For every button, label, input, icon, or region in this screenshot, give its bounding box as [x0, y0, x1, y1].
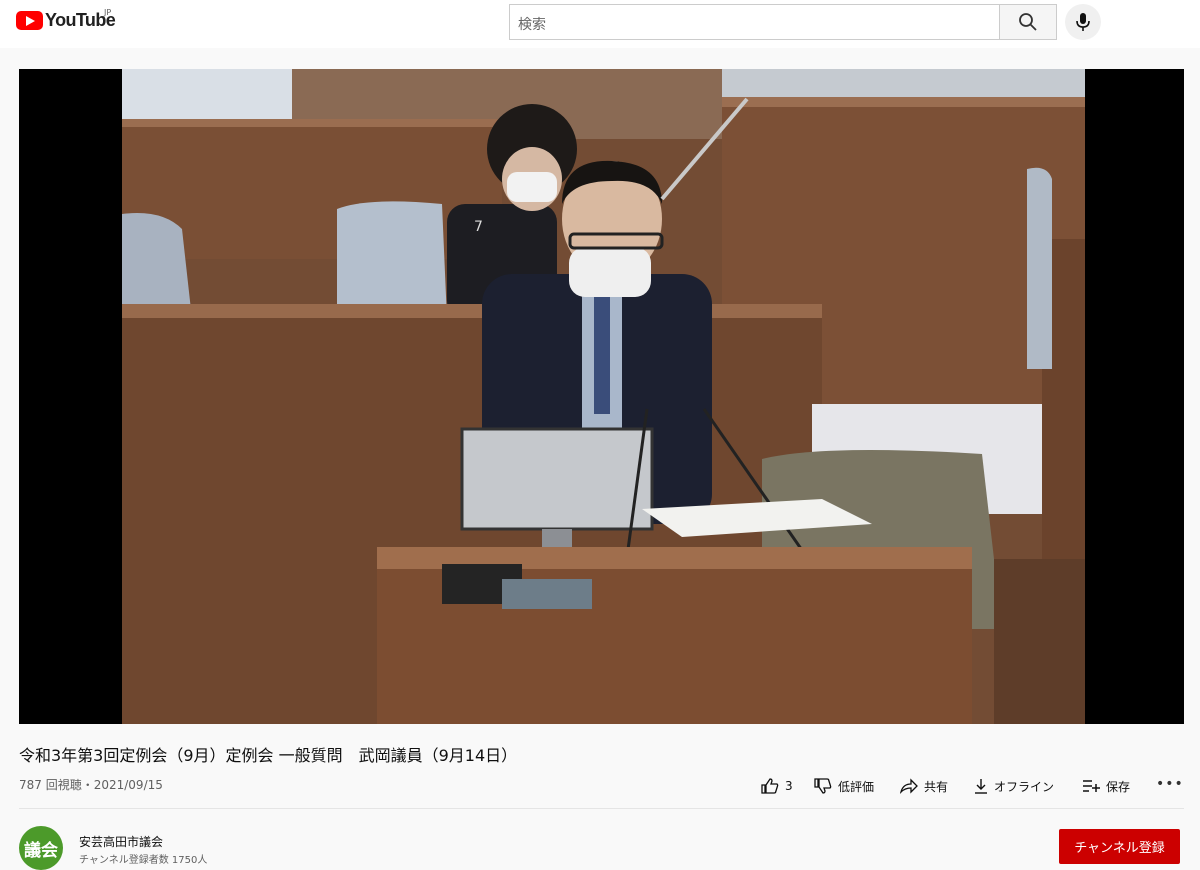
youtube-logo[interactable]: YouTube: [16, 10, 116, 31]
region-code: JP: [104, 8, 112, 17]
search-icon: [1019, 13, 1037, 31]
offline-button[interactable]: オフライン: [974, 776, 1054, 796]
nameplate-number: 7: [474, 219, 483, 235]
save-button[interactable]: 保存: [1082, 776, 1130, 796]
voice-search-button[interactable]: [1065, 4, 1101, 40]
thumbs-up-icon: [761, 778, 779, 794]
microphone-icon: [1076, 13, 1090, 31]
like-count: 3: [785, 779, 793, 793]
download-icon: [975, 779, 987, 794]
dislike-label: 低評価: [838, 779, 875, 794]
video-scene: 7: [122, 69, 1085, 724]
more-actions-button[interactable]: •••: [1156, 776, 1184, 792]
search-input[interactable]: 検索: [509, 4, 1000, 40]
subscribe-button[interactable]: チャンネル登録: [1059, 829, 1180, 864]
youtube-play-icon: [16, 11, 43, 30]
channel-avatar[interactable]: 議会: [19, 826, 63, 870]
view-count-date: 787 回視聴・2021/09/15: [19, 778, 163, 792]
share-icon: [900, 778, 918, 794]
dislike-button[interactable]: 低評価: [814, 776, 874, 796]
channel-name[interactable]: 安芸高田市議会: [79, 833, 163, 850]
video-title: 令和3年第3回定例会（9月）定例会 一般質問 武岡議員（9月14日）: [19, 746, 518, 765]
share-label: 共有: [924, 779, 949, 794]
playlist-add-icon: [1083, 780, 1100, 792]
video-frame[interactable]: 7: [122, 69, 1085, 724]
share-button[interactable]: 共有: [900, 776, 948, 796]
thumbs-down-icon: [814, 778, 832, 794]
save-label: 保存: [1106, 779, 1131, 794]
top-bar: YouTube JP 検索: [0, 0, 1200, 48]
like-button[interactable]: 3: [761, 776, 793, 796]
video-player[interactable]: 7: [19, 69, 1184, 724]
offline-label: オフライン: [994, 779, 1055, 794]
search-button[interactable]: [999, 4, 1057, 40]
divider: [19, 808, 1184, 809]
